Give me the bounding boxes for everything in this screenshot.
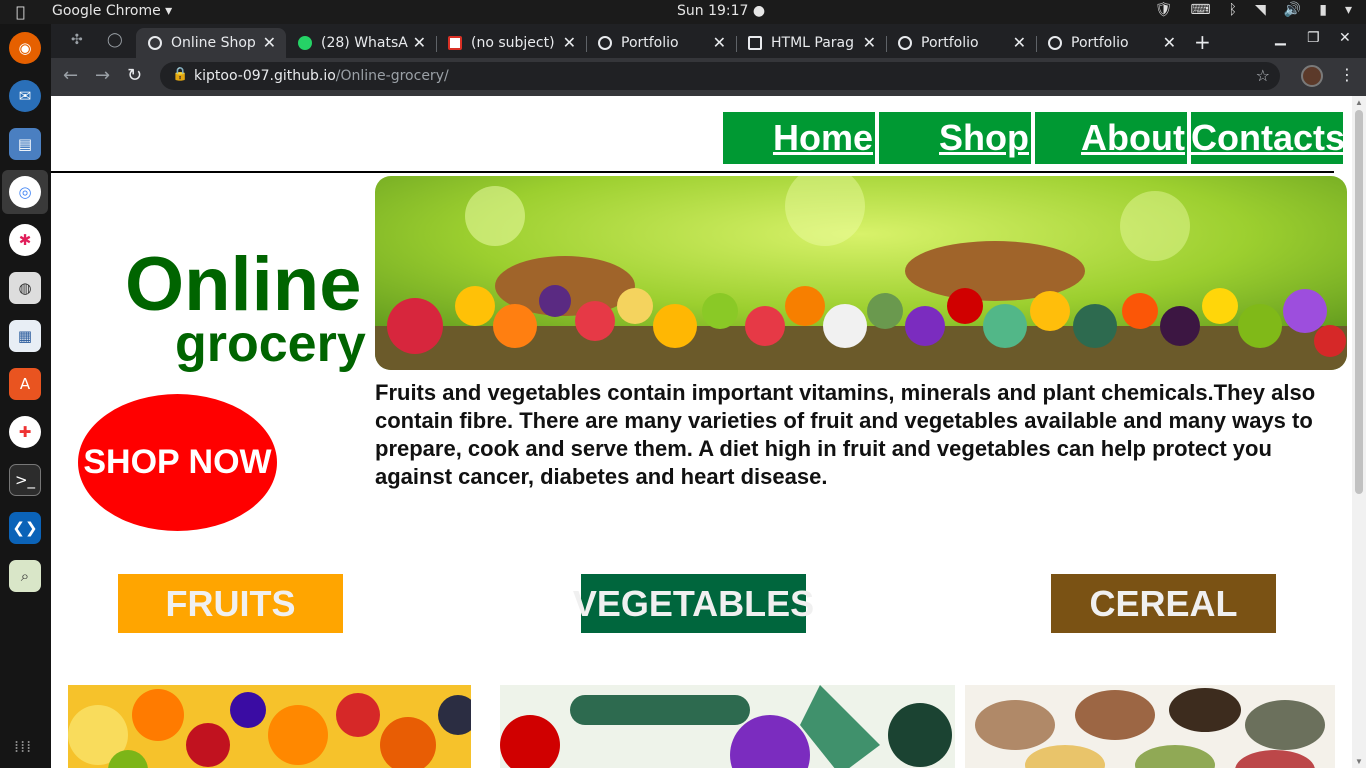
- clock[interactable]: Sun 19:17 ●: [677, 3, 765, 19]
- browser-tab-strip: ✣ ◯ Online Shop ✕ (28) WhatsA ✕ (no subj…: [51, 24, 1366, 58]
- tab-online-shop[interactable]: Online Shop ✕: [136, 28, 286, 58]
- rhythmbox-icon[interactable]: ◍: [9, 272, 41, 304]
- lock-icon[interactable]: 🔒: [172, 67, 188, 82]
- tab-gmail[interactable]: (no subject) ✕: [436, 28, 586, 58]
- nav-about-link[interactable]: About: [1035, 112, 1187, 164]
- tab-portfolio-3[interactable]: Portfolio ✕: [1036, 28, 1186, 58]
- gmail-icon: [448, 36, 462, 50]
- apple-icon[interactable]: : [16, 3, 25, 21]
- tab-label: Online Shop: [171, 35, 256, 51]
- thunderbird-icon[interactable]: ✉: [9, 80, 41, 112]
- html-icon: [748, 36, 762, 50]
- close-icon[interactable]: ✕: [1163, 33, 1176, 52]
- app-grid-icon[interactable]: ⁞⁞⁞: [14, 737, 32, 756]
- bookmark-star-icon[interactable]: ☆: [1256, 66, 1270, 85]
- nav-contacts-link[interactable]: Contacts: [1191, 112, 1345, 164]
- web-page: Home Shop About Contacts Online grocery: [51, 96, 1366, 768]
- cereal-photo[interactable]: [965, 685, 1335, 768]
- firefox-icon[interactable]: ◉: [9, 32, 41, 64]
- system-top-bar:  Google Chrome ▾ Sun 19:17 ● 🛡 ⌨ ᛒ ◥ 🔊 …: [0, 0, 1366, 24]
- tab-portfolio-2[interactable]: Portfolio ✕: [886, 28, 1036, 58]
- close-icon[interactable]: ✕: [1013, 33, 1026, 52]
- globe-icon: [1048, 36, 1062, 50]
- terminal-icon[interactable]: >_: [9, 464, 41, 496]
- nav-home-link[interactable]: Home: [723, 112, 875, 164]
- slack-icon[interactable]: ✱: [9, 224, 41, 256]
- address-bar[interactable]: 🔒 kiptoo-097.github.io/Online-grocery/ ☆: [160, 62, 1280, 90]
- category-vegetables[interactable]: VEGETABLES: [573, 574, 814, 633]
- tab-label: Portfolio: [921, 35, 979, 51]
- tab-label: HTML Parag: [771, 35, 855, 51]
- active-app-name: Google Chrome: [52, 3, 161, 19]
- image-viewer-icon[interactable]: ⌕: [9, 560, 41, 592]
- site-title-grocery: grocery: [175, 315, 366, 373]
- page-scrollbar[interactable]: ▲ ▼: [1352, 96, 1366, 768]
- scrollbar-thumb[interactable]: [1355, 110, 1363, 494]
- volume-icon[interactable]: 🔊: [1284, 2, 1301, 18]
- menu-kebab-icon[interactable]: ⋮: [1339, 65, 1355, 84]
- close-icon[interactable]: ✕: [263, 33, 276, 52]
- tab-portfolio-1[interactable]: Portfolio ✕: [586, 28, 736, 58]
- clock-text: Sun 19:17: [677, 3, 749, 19]
- nav-shop-link[interactable]: Shop: [879, 112, 1031, 164]
- url-host: kiptoo-097.github.io: [194, 68, 336, 84]
- forward-icon[interactable]: →: [95, 65, 110, 86]
- bluetooth-icon[interactable]: ᛒ: [1229, 2, 1237, 18]
- fruits-photo[interactable]: [68, 685, 471, 768]
- application-dock: ◉ ✉ ▤ ◎ ✱ ◍ ▦ A ✚ >_ ❮❯ ⌕ ⁞⁞⁞: [0, 24, 51, 768]
- keyboard-icon[interactable]: ⌨: [1190, 2, 1210, 18]
- globe-icon: [898, 36, 912, 50]
- whatsapp-icon: [298, 36, 312, 50]
- globe-icon: [598, 36, 612, 50]
- shield-icon[interactable]: 🛡: [1155, 2, 1173, 18]
- shop-now-button[interactable]: SHOP NOW: [78, 394, 277, 531]
- power-menu-icon[interactable]: ▾: [1345, 2, 1352, 18]
- url-path: /Online-grocery/: [335, 68, 449, 84]
- scroll-down-icon[interactable]: ▼: [1355, 757, 1363, 766]
- globe-icon: [148, 36, 162, 50]
- profile-avatar[interactable]: [1301, 65, 1323, 87]
- chrome-icon[interactable]: ◎: [9, 176, 41, 208]
- reload-icon[interactable]: ↻: [127, 65, 142, 86]
- writer-icon[interactable]: ▦: [9, 320, 41, 352]
- restore-icon[interactable]: ❐: [1307, 30, 1320, 46]
- tab-label: Portfolio: [621, 35, 679, 51]
- wifi-icon[interactable]: ◥: [1255, 2, 1266, 18]
- battery-icon[interactable]: ▮: [1319, 2, 1327, 18]
- tab-html-paragraph[interactable]: HTML Parag ✕: [736, 28, 886, 58]
- close-icon[interactable]: ✕: [863, 33, 876, 52]
- new-tab-button[interactable]: +: [1194, 30, 1211, 54]
- close-icon[interactable]: ✕: [563, 33, 576, 52]
- tab-whatsapp[interactable]: (28) WhatsA ✕: [286, 28, 436, 58]
- intro-paragraph: Fruits and vegetables contain important …: [375, 380, 1316, 489]
- help-icon[interactable]: ✚: [9, 416, 41, 448]
- back-icon[interactable]: ←: [63, 65, 78, 86]
- system-tray: 🛡 ⌨ ᛒ ◥ 🔊 ▮ ▾: [1155, 2, 1352, 18]
- window-close-icon[interactable]: ✕: [1339, 30, 1351, 46]
- close-icon[interactable]: ✕: [713, 33, 726, 52]
- browser-toolbar: ← → ↻ 🔒 kiptoo-097.github.io/Online-groc…: [51, 58, 1366, 96]
- tab-label: Portfolio: [1071, 35, 1129, 51]
- header-divider: [51, 171, 1334, 173]
- pinned-tab-icon[interactable]: ✣: [71, 32, 83, 48]
- software-center-icon[interactable]: A: [9, 368, 41, 400]
- close-icon[interactable]: ✕: [413, 33, 426, 52]
- category-cereal[interactable]: CEREAL: [1051, 574, 1276, 633]
- tab-label: (28) WhatsA: [321, 35, 408, 51]
- minimize-icon[interactable]: ▁: [1275, 30, 1286, 46]
- scroll-up-icon[interactable]: ▲: [1355, 98, 1363, 107]
- category-fruits[interactable]: FRUITS: [118, 574, 343, 633]
- github-tab-icon[interactable]: ◯: [107, 32, 123, 48]
- vegetables-photo[interactable]: [500, 685, 955, 768]
- files-icon[interactable]: ▤: [9, 128, 41, 160]
- active-app-menu[interactable]: Google Chrome ▾: [52, 3, 172, 19]
- hero-produce-image: [375, 176, 1347, 370]
- tab-label: (no subject): [471, 35, 555, 51]
- vscode-icon[interactable]: ❮❯: [9, 512, 41, 544]
